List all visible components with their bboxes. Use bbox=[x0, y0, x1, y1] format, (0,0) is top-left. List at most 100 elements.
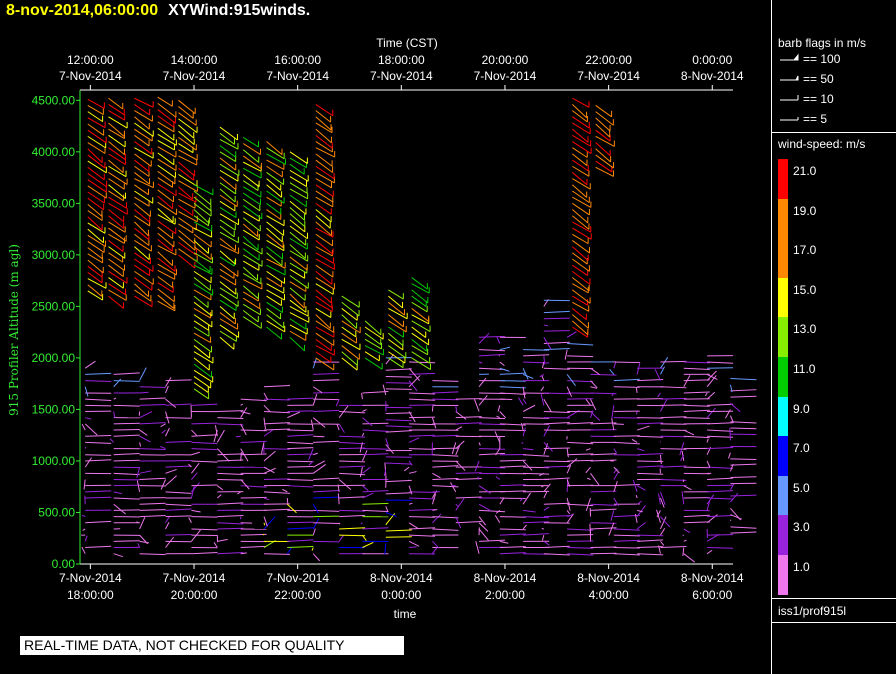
wind-barb bbox=[590, 522, 617, 524]
wind-barb bbox=[266, 184, 282, 198]
wind-barb bbox=[432, 465, 459, 468]
wind-barb bbox=[287, 546, 314, 549]
wind-barb bbox=[683, 521, 710, 524]
wind-barb bbox=[242, 198, 261, 212]
legend-divider-3 bbox=[771, 622, 896, 623]
wind-barb bbox=[595, 117, 611, 132]
wind-barb bbox=[613, 547, 640, 549]
wind-barb bbox=[543, 540, 550, 546]
wind-barb bbox=[499, 546, 526, 549]
wind-barb bbox=[266, 153, 286, 165]
y-tick-label: 4500.00 bbox=[32, 93, 76, 107]
wind-barb bbox=[289, 200, 307, 215]
speed-legend-title: wind-speed: m/s bbox=[778, 137, 866, 151]
wind-barb bbox=[681, 491, 685, 505]
wind-barb bbox=[409, 398, 436, 401]
wind-barb bbox=[730, 494, 757, 497]
wind-barb bbox=[315, 338, 332, 351]
wind-barb bbox=[242, 297, 261, 310]
wind-barb bbox=[707, 490, 734, 493]
wind-barb bbox=[660, 416, 687, 419]
wind-barb bbox=[165, 440, 192, 443]
wind-barb bbox=[108, 172, 128, 185]
wind-barb bbox=[385, 462, 412, 465]
wind-barb bbox=[108, 240, 124, 252]
wind-barb bbox=[193, 196, 212, 212]
wind-barb bbox=[409, 546, 417, 549]
wind-barb bbox=[136, 480, 141, 492]
wind-barb bbox=[608, 522, 615, 536]
wind-barb bbox=[191, 403, 218, 406]
wind-barb bbox=[411, 320, 431, 332]
wind-barb bbox=[521, 442, 524, 445]
wind-barb bbox=[165, 468, 177, 474]
wind-barb bbox=[157, 115, 175, 128]
wind-barb bbox=[362, 466, 371, 474]
wind-barb bbox=[263, 410, 291, 414]
wind-barb bbox=[660, 360, 687, 363]
wind-barb bbox=[409, 516, 436, 518]
wind-barb bbox=[313, 490, 340, 493]
wind-barb bbox=[191, 528, 218, 531]
barb-legend-title: barb flags in m/s bbox=[778, 36, 867, 50]
wind-barb bbox=[139, 534, 149, 545]
wind-barb bbox=[240, 440, 267, 443]
wind-barb bbox=[134, 159, 150, 172]
wind-barb bbox=[362, 502, 389, 505]
wind-barb bbox=[191, 472, 198, 480]
wind-barb bbox=[590, 392, 617, 395]
wind-barb bbox=[313, 452, 318, 456]
wind-barb bbox=[540, 392, 545, 406]
wind-barb bbox=[85, 545, 112, 549]
wind-barb bbox=[590, 367, 600, 376]
wind-barb bbox=[139, 509, 166, 511]
wind-barb bbox=[636, 522, 646, 530]
wind-barb bbox=[572, 209, 589, 224]
wind-barb bbox=[637, 534, 664, 537]
y-axis-title: 915 Profiler Altitude (m agl) bbox=[7, 244, 21, 416]
wind-barb bbox=[724, 409, 731, 419]
wind-barb bbox=[217, 538, 228, 542]
wind-barb bbox=[432, 513, 442, 524]
barb-flag-50-pennant bbox=[795, 75, 799, 81]
wind-barb bbox=[193, 314, 213, 328]
wind-barb bbox=[660, 528, 666, 536]
wind-barb bbox=[543, 545, 570, 549]
wind-barb bbox=[567, 547, 594, 549]
wind-barb bbox=[113, 422, 140, 425]
wind-barb bbox=[113, 491, 122, 495]
wind-barb bbox=[161, 429, 166, 434]
wind-barb bbox=[707, 429, 734, 432]
speed-scale-label: 7.0 bbox=[793, 441, 810, 456]
wind-barb bbox=[165, 377, 172, 388]
wind-barb bbox=[85, 380, 112, 382]
wind-barb bbox=[160, 445, 166, 450]
wind-barb bbox=[289, 151, 308, 164]
wind-barb bbox=[165, 521, 170, 530]
wind-barb bbox=[87, 265, 103, 278]
wind-barb bbox=[431, 417, 437, 429]
wind-barb bbox=[590, 503, 617, 506]
wind-barb bbox=[497, 405, 501, 412]
wind-barb bbox=[660, 545, 687, 549]
wind-barb bbox=[683, 429, 695, 436]
wind-barb bbox=[496, 336, 501, 344]
wind-barb bbox=[455, 422, 482, 425]
wind-barb bbox=[191, 441, 218, 445]
wind-barb bbox=[113, 503, 126, 515]
wind-barb bbox=[572, 308, 587, 321]
wind-barb bbox=[657, 392, 661, 398]
wind-barb bbox=[613, 362, 617, 369]
wind-barb bbox=[87, 241, 105, 253]
wind-barb bbox=[566, 448, 569, 458]
wind-barb bbox=[313, 496, 340, 499]
bottom-tick-time: 4:00:00 bbox=[589, 588, 629, 602]
wind-barb bbox=[499, 484, 526, 487]
wind-barb bbox=[543, 477, 570, 481]
wind-barb bbox=[85, 490, 112, 493]
wind-barb bbox=[313, 477, 340, 481]
wind-barb bbox=[408, 437, 420, 443]
wind-barb bbox=[478, 442, 481, 446]
wind-barb bbox=[707, 466, 734, 469]
wind-barb bbox=[157, 171, 176, 185]
